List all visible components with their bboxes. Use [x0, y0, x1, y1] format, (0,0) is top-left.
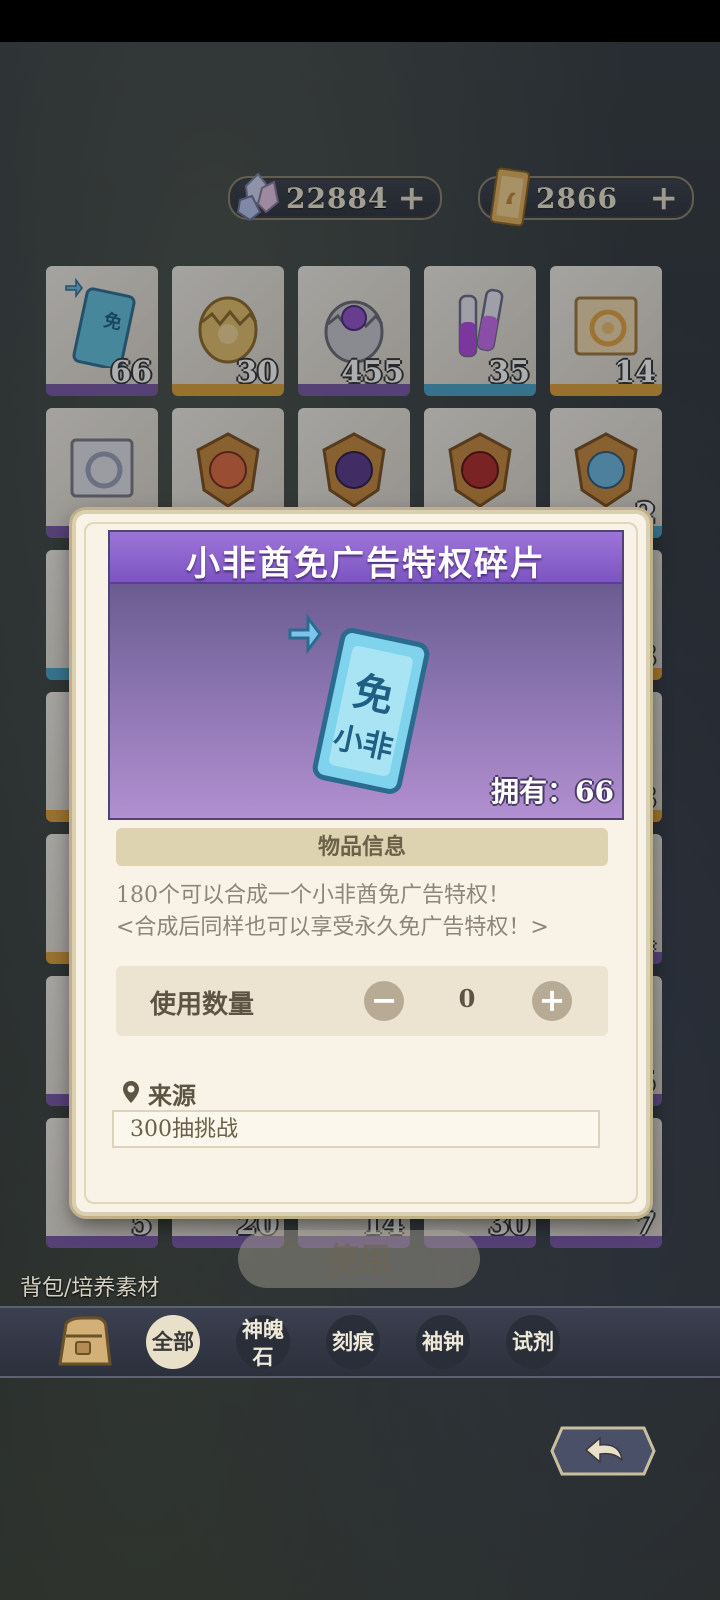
item-description: 180个可以合成一个小非酋免广告特权！ <合成后同样也可以享受永久免广告特权！>	[116, 880, 616, 944]
item-detail-dialog: 小非酋免广告特权碎片 免 小非 拥有：66 物品信息 180个可以合成一个小非酋…	[72, 510, 650, 1216]
owned-label: 拥有：	[491, 775, 576, 808]
item-preview: 小非酋免广告特权碎片 免 小非 拥有：66	[108, 530, 624, 820]
location-pin-icon	[123, 1081, 139, 1103]
increase-quantity-button[interactable]: +	[532, 981, 572, 1021]
usage-quantity-label: 使用数量	[150, 990, 255, 1020]
status-bar	[0, 0, 720, 42]
tab-label: 刻痕	[332, 1329, 374, 1354]
quantity-value: 0	[458, 984, 476, 1013]
tab-engravings[interactable]: 刻痕	[326, 1315, 380, 1369]
back-button[interactable]	[548, 1424, 658, 1478]
decrease-quantity-button[interactable]: −	[364, 981, 404, 1021]
item-info-header: 物品信息	[116, 828, 608, 866]
tab-all[interactable]: 全部	[146, 1315, 200, 1369]
description-line-1: 180个可以合成一个小非酋免广告特权！	[116, 883, 510, 908]
title-bar: 小非酋免广告特权碎片	[110, 532, 622, 584]
tab-reagents[interactable]: 试剂	[506, 1315, 560, 1369]
tab-label: 袖钟	[422, 1329, 464, 1354]
item-title: 小非酋免广告特权碎片	[186, 544, 546, 584]
tab-label: 全部	[152, 1329, 194, 1354]
usage-quantity-row: 使用数量 − 0 +	[116, 966, 608, 1036]
backpack-icon[interactable]	[52, 1314, 114, 1370]
tab-pocket-watch[interactable]: 袖钟	[416, 1315, 470, 1369]
owned-count-label: 拥有：66	[491, 770, 614, 810]
ad-free-ticket-fragment-icon: 免 小非	[288, 613, 430, 794]
category-tab-bar: 全部 神魄 石 刻痕 袖钟 试剂	[0, 1306, 720, 1378]
tab-label-line-2: 石	[252, 1344, 274, 1369]
tab-label: 试剂	[512, 1329, 554, 1354]
tab-soul-stone[interactable]: 神魄 石	[236, 1315, 290, 1369]
description-line-2: <合成后同样也可以享受永久免广告特权！>	[116, 915, 549, 940]
owned-number: 66	[575, 775, 614, 808]
source-link[interactable]: 300抽挑战	[112, 1110, 600, 1148]
use-button[interactable]: 使用	[238, 1230, 480, 1288]
tab-label-line-1: 神魄	[242, 1317, 284, 1342]
breadcrumb: 背包/培养素材	[20, 1276, 160, 1301]
source-label: 来源	[148, 1081, 196, 1110]
